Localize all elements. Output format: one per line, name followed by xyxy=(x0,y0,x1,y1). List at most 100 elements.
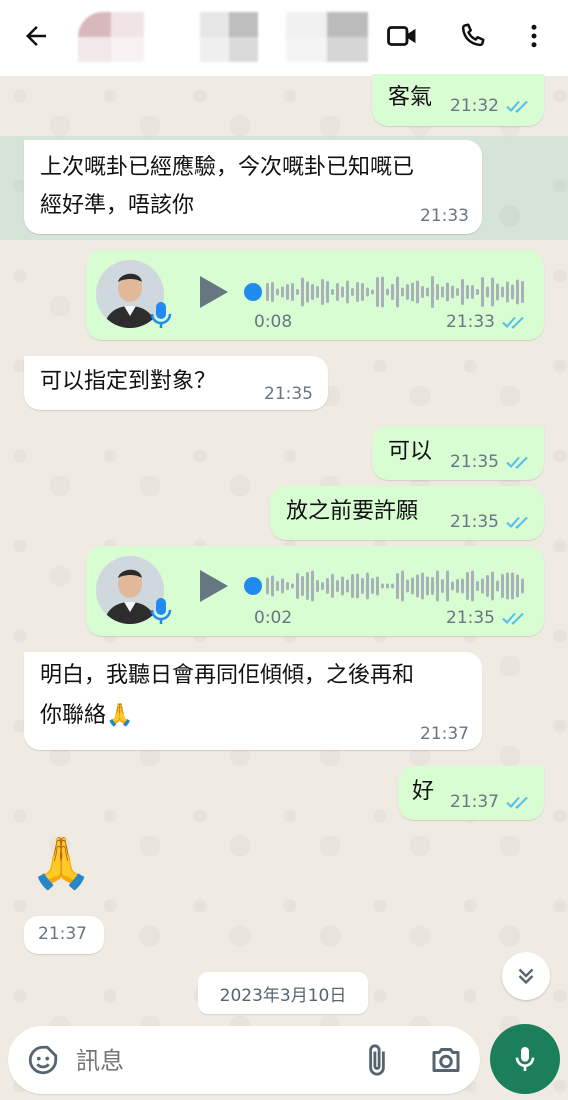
waveform-bar xyxy=(381,276,384,308)
message-outgoing[interactable]: 放之前要許願 21:35 xyxy=(270,486,544,540)
read-receipt-icon xyxy=(506,100,528,113)
message-time: 21:35 xyxy=(450,512,499,532)
waveform-bar xyxy=(321,582,324,590)
voice-duration: 0:02 xyxy=(254,608,293,628)
waveform-bar xyxy=(406,284,409,300)
sticker-smile-icon xyxy=(28,1045,58,1075)
playback-progress-handle[interactable] xyxy=(244,283,262,301)
waveform-bar xyxy=(491,277,494,307)
play-button[interactable] xyxy=(200,570,228,602)
read-receipt-icon xyxy=(502,316,524,329)
waveform-bar xyxy=(416,280,419,304)
waveform-bar xyxy=(496,580,499,592)
waveform-bar xyxy=(436,284,439,300)
camera-button[interactable] xyxy=(428,1042,464,1078)
waveform-bar xyxy=(466,572,469,600)
waveform-bar xyxy=(511,284,514,300)
waveform-bar xyxy=(321,279,324,305)
voice-message[interactable]: 0:02 21:35 xyxy=(86,546,544,636)
overflow-menu-button[interactable] xyxy=(516,18,552,54)
emoji-text: 🙏 xyxy=(30,834,93,892)
waveform-bar xyxy=(326,281,329,303)
attach-button[interactable] xyxy=(360,1042,394,1078)
waveform-bar xyxy=(446,282,449,302)
message-time-chip: 21:37 xyxy=(24,916,104,954)
message-input[interactable] xyxy=(74,1040,348,1082)
contact-name[interactable] xyxy=(200,12,258,62)
back-button[interactable] xyxy=(18,18,54,54)
waveform-bar xyxy=(266,577,269,595)
waveform-bar xyxy=(391,284,394,300)
message-composer xyxy=(8,1026,480,1094)
waveform-bar xyxy=(361,283,364,301)
waveform-bar xyxy=(506,281,509,303)
message-text-line: 你聯絡🙏 xyxy=(40,703,134,728)
waveform-bar xyxy=(316,580,319,592)
emoji-button[interactable] xyxy=(26,1043,60,1077)
phone-icon xyxy=(461,23,485,47)
waveform-bar xyxy=(346,280,349,304)
date-chip: 2023年3月10日 xyxy=(198,972,368,1014)
waveform-bar xyxy=(426,287,429,297)
message-incoming[interactable]: 上次嘅卦已經應驗，今次嘅卦已知嘅已 經好準，唔該你 21:33 xyxy=(24,140,482,234)
message-time: 21:37 xyxy=(38,924,87,944)
waveform-bar xyxy=(301,277,304,307)
waveform-bar xyxy=(456,579,459,593)
waveform-bar xyxy=(471,285,474,299)
waveform-bar xyxy=(351,574,354,598)
double-chevron-down-icon xyxy=(518,968,534,985)
play-button[interactable] xyxy=(200,276,228,308)
mic-icon xyxy=(150,302,172,328)
message-outgoing[interactable]: 好 21:37 xyxy=(398,766,544,820)
message-outgoing[interactable]: 可以 21:35 xyxy=(372,426,544,480)
message-time: 21:35 xyxy=(264,384,313,404)
voice-message[interactable]: 0:08 21:33 xyxy=(86,250,544,340)
waveform-bar xyxy=(376,277,379,307)
video-call-button[interactable] xyxy=(384,18,420,54)
read-receipt-icon xyxy=(506,456,528,469)
message-outgoing[interactable]: 客氣 21:32 xyxy=(372,74,544,126)
waveform-bar xyxy=(501,574,504,598)
record-voice-button[interactable] xyxy=(490,1024,560,1094)
waveform-bar xyxy=(431,577,434,595)
waveform-bar xyxy=(521,578,524,594)
waveform-bar xyxy=(366,572,369,600)
waveform-bar xyxy=(361,578,364,594)
waveform-bar xyxy=(476,581,479,591)
contact-avatar[interactable] xyxy=(78,12,144,62)
waveform-bar xyxy=(406,579,409,593)
mic-icon xyxy=(150,598,172,624)
read-receipt-icon xyxy=(502,612,524,625)
message-incoming[interactable]: 明白，我聽日會再同佢傾傾，之後再和 你聯絡🙏 21:37 xyxy=(24,652,482,750)
waveform-bar xyxy=(396,276,399,308)
waveform-bar xyxy=(436,570,439,602)
waveform-bar xyxy=(341,576,344,596)
waveform-bar xyxy=(461,279,464,305)
waveform-bar xyxy=(481,578,484,594)
voice-call-button[interactable] xyxy=(454,18,490,54)
camera-icon xyxy=(432,1048,460,1072)
waveform-bar xyxy=(311,284,314,300)
waveform-bar xyxy=(481,277,484,307)
waveform-bar xyxy=(291,283,294,301)
arrow-left-icon xyxy=(26,26,46,46)
video-call-icon xyxy=(387,26,416,46)
message-text-line: 經好準，唔該你 xyxy=(40,193,195,218)
message-text: 放之前要許願 xyxy=(286,499,419,524)
scroll-to-bottom-button[interactable] xyxy=(502,952,550,1000)
waveform-bar xyxy=(356,573,359,599)
message-time: 21:33 xyxy=(420,206,469,226)
emoji-message[interactable]: 🙏 21:37 xyxy=(24,830,114,954)
waveform-bar xyxy=(286,284,289,300)
waveform-bar xyxy=(421,572,424,600)
message-incoming[interactable]: 可以指定到對象？ 21:35 xyxy=(24,356,328,410)
playback-progress-handle[interactable] xyxy=(244,577,262,595)
waveform-bar xyxy=(456,288,459,296)
waveform-bar xyxy=(296,289,299,295)
waveform-bar xyxy=(416,574,419,598)
waveform-bar xyxy=(366,287,369,297)
waveform-bar xyxy=(281,578,284,594)
waveform-bar xyxy=(326,578,329,594)
waveform-bar xyxy=(381,583,384,589)
waveform-bar xyxy=(451,581,454,591)
